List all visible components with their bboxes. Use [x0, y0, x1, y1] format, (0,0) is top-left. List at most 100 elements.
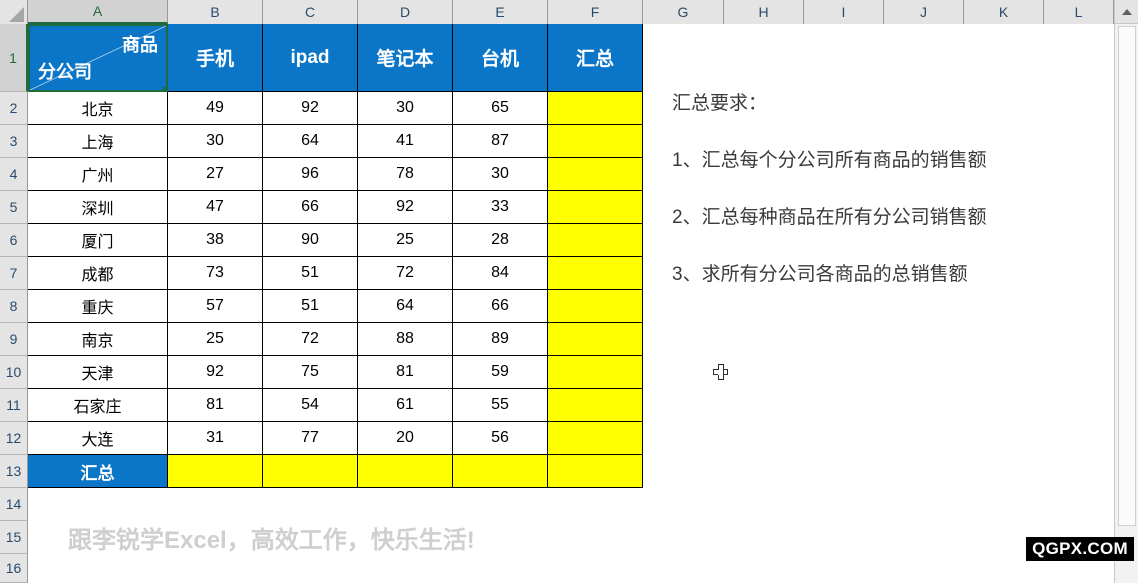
row-total-cell[interactable]	[548, 323, 643, 356]
sales-value-cell[interactable]: 55	[453, 389, 548, 422]
sales-value-cell[interactable]: 66	[453, 290, 548, 323]
branch-name-cell[interactable]: 北京	[28, 92, 168, 125]
table-header-cell[interactable]: ipad	[263, 24, 358, 92]
row-total-cell[interactable]	[548, 191, 643, 224]
row-header-11[interactable]: 11	[0, 389, 28, 422]
sales-value-cell[interactable]: 81	[168, 389, 263, 422]
sales-value-cell[interactable]: 66	[263, 191, 358, 224]
sales-value-cell[interactable]: 30	[358, 92, 453, 125]
sales-value-cell[interactable]: 51	[263, 257, 358, 290]
sales-value-cell[interactable]: 84	[453, 257, 548, 290]
scroll-up-button[interactable]	[1115, 0, 1138, 24]
sales-value-cell[interactable]: 38	[168, 224, 263, 257]
sales-value-cell[interactable]: 61	[358, 389, 453, 422]
sales-value-cell[interactable]: 27	[168, 158, 263, 191]
sales-value-cell[interactable]: 81	[358, 356, 453, 389]
branch-name-cell[interactable]: 石家庄	[28, 389, 168, 422]
column-total-cell[interactable]	[453, 455, 548, 488]
column-header-a[interactable]: A	[28, 0, 168, 24]
column-header-f[interactable]: F	[548, 0, 643, 24]
column-header-k[interactable]: K	[964, 0, 1044, 24]
row-header-10[interactable]: 10	[0, 356, 28, 389]
row-header-1[interactable]: 1	[0, 24, 28, 92]
row-total-cell[interactable]	[548, 389, 643, 422]
row-header-16[interactable]: 16	[0, 554, 28, 583]
sales-value-cell[interactable]: 59	[453, 356, 548, 389]
column-header-d[interactable]: D	[358, 0, 453, 24]
row-header-2[interactable]: 2	[0, 92, 28, 125]
sales-value-cell[interactable]: 72	[358, 257, 453, 290]
branch-name-cell[interactable]: 大连	[28, 422, 168, 455]
row-header-14[interactable]: 14	[0, 488, 28, 521]
sales-value-cell[interactable]: 33	[453, 191, 548, 224]
column-total-cell[interactable]	[263, 455, 358, 488]
vertical-scrollbar[interactable]	[1114, 0, 1138, 583]
sales-value-cell[interactable]: 64	[358, 290, 453, 323]
sales-value-cell[interactable]: 72	[263, 323, 358, 356]
row-total-cell[interactable]	[548, 257, 643, 290]
branch-name-cell[interactable]: 上海	[28, 125, 168, 158]
sales-value-cell[interactable]: 47	[168, 191, 263, 224]
sales-value-cell[interactable]: 75	[263, 356, 358, 389]
table-header-cell[interactable]: 汇总	[548, 24, 643, 92]
row-total-cell[interactable]	[548, 92, 643, 125]
sales-value-cell[interactable]: 28	[453, 224, 548, 257]
column-header-b[interactable]: B	[168, 0, 263, 24]
branch-name-cell[interactable]: 天津	[28, 356, 168, 389]
grand-total-cell[interactable]	[548, 455, 643, 488]
sales-value-cell[interactable]: 25	[168, 323, 263, 356]
row-header-3[interactable]: 3	[0, 125, 28, 158]
row-total-cell[interactable]	[548, 290, 643, 323]
sales-value-cell[interactable]: 78	[358, 158, 453, 191]
sales-value-cell[interactable]: 92	[358, 191, 453, 224]
sales-value-cell[interactable]: 20	[358, 422, 453, 455]
row-header-13[interactable]: 13	[0, 455, 28, 488]
row-total-cell[interactable]	[548, 356, 643, 389]
sales-value-cell[interactable]: 51	[263, 290, 358, 323]
sales-value-cell[interactable]: 77	[263, 422, 358, 455]
cell-a1-diagonal-header[interactable]: 商品 分公司	[28, 24, 168, 92]
branch-name-cell[interactable]: 南京	[28, 323, 168, 356]
branch-name-cell[interactable]: 广州	[28, 158, 168, 191]
row-total-cell[interactable]	[548, 224, 643, 257]
column-header-e[interactable]: E	[453, 0, 548, 24]
sales-value-cell[interactable]: 88	[358, 323, 453, 356]
sales-value-cell[interactable]: 30	[168, 125, 263, 158]
column-header-g[interactable]: G	[643, 0, 724, 24]
row-header-8[interactable]: 8	[0, 290, 28, 323]
column-header-l[interactable]: L	[1044, 0, 1114, 24]
sales-value-cell[interactable]: 73	[168, 257, 263, 290]
table-header-cell[interactable]: 笔记本	[358, 24, 453, 92]
branch-name-cell[interactable]: 重庆	[28, 290, 168, 323]
scrollbar-thumb[interactable]	[1118, 26, 1136, 526]
column-header-j[interactable]: J	[884, 0, 964, 24]
sales-value-cell[interactable]: 96	[263, 158, 358, 191]
sales-value-cell[interactable]: 87	[453, 125, 548, 158]
row-header-7[interactable]: 7	[0, 257, 28, 290]
sales-value-cell[interactable]: 89	[453, 323, 548, 356]
row-total-cell[interactable]	[548, 158, 643, 191]
sales-value-cell[interactable]: 90	[263, 224, 358, 257]
row-header-15[interactable]: 15	[0, 521, 28, 554]
column-total-cell[interactable]	[358, 455, 453, 488]
sales-value-cell[interactable]: 41	[358, 125, 453, 158]
row-header-12[interactable]: 12	[0, 422, 28, 455]
sales-value-cell[interactable]: 54	[263, 389, 358, 422]
total-row-label-cell[interactable]: 汇总	[28, 455, 168, 488]
row-header-4[interactable]: 4	[0, 158, 28, 191]
branch-name-cell[interactable]: 成都	[28, 257, 168, 290]
row-header-9[interactable]: 9	[0, 323, 28, 356]
sales-value-cell[interactable]: 64	[263, 125, 358, 158]
sales-value-cell[interactable]: 57	[168, 290, 263, 323]
sales-value-cell[interactable]: 31	[168, 422, 263, 455]
branch-name-cell[interactable]: 厦门	[28, 224, 168, 257]
branch-name-cell[interactable]: 深圳	[28, 191, 168, 224]
sales-value-cell[interactable]: 92	[263, 92, 358, 125]
row-total-cell[interactable]	[548, 422, 643, 455]
sales-value-cell[interactable]: 65	[453, 92, 548, 125]
row-header-6[interactable]: 6	[0, 224, 28, 257]
sales-value-cell[interactable]: 25	[358, 224, 453, 257]
select-all-corner[interactable]	[0, 0, 28, 24]
row-header-5[interactable]: 5	[0, 191, 28, 224]
column-header-h[interactable]: H	[724, 0, 804, 24]
